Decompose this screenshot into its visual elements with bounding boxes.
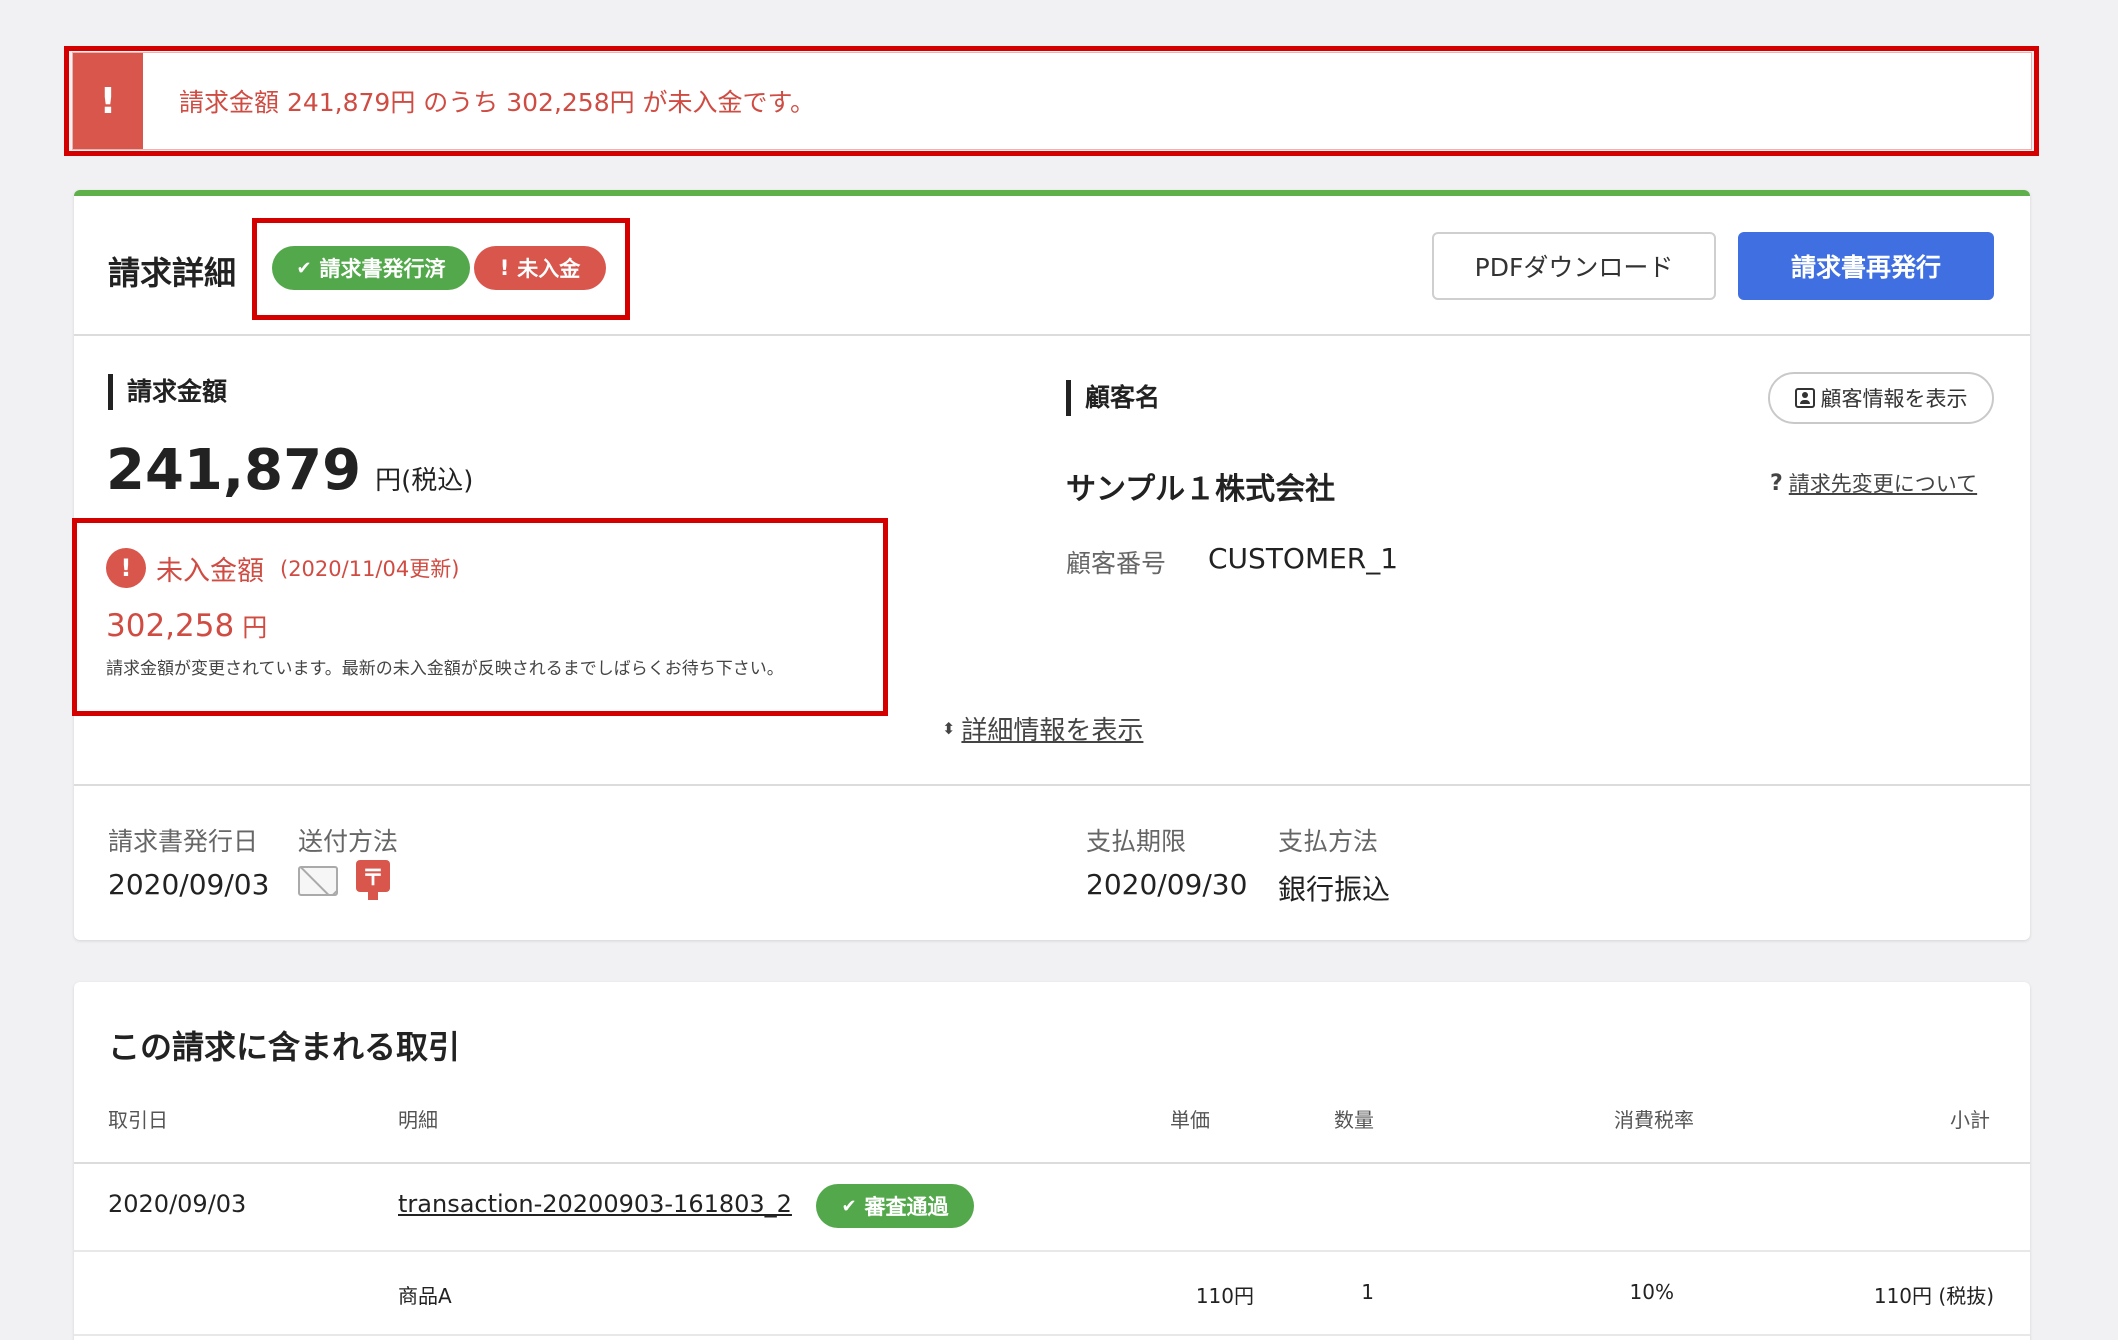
contact-card-icon [1794, 388, 1815, 408]
due-date: 2020/09/30 [1086, 868, 1248, 901]
postal-mail-icon: 〒 [356, 860, 390, 892]
unpaid-amount-unit: 円 [242, 613, 268, 642]
payment-method: 銀行振込 [1278, 873, 1391, 906]
issue-divider [74, 784, 2030, 786]
unpaid-note: 請求金額が変更されています。最新の未入金額が反映されるまでしばらくお待ち下さい。 [106, 659, 784, 679]
exclamation-icon: ! [499, 256, 510, 280]
page-title: 請求詳細 [108, 254, 237, 292]
due-date-label: 支払期限 [1086, 827, 1187, 856]
item-name: 商品A [398, 1284, 452, 1308]
check-icon: ✔ [841, 1195, 857, 1217]
email-icon [298, 866, 338, 896]
item-row-divider [74, 1334, 2030, 1336]
transaction-date: 2020/09/03 [108, 1190, 247, 1218]
unpaid-alert: ! 請求金額 241,879円 のうち 302,258円 が未入金です。 [72, 52, 2032, 150]
col-header-quantity: 数量 [1334, 1108, 1374, 1132]
col-header-date: 取引日 [108, 1108, 168, 1132]
sort-arrows-icon: ⬍ [942, 718, 956, 738]
header-divider [74, 334, 2030, 336]
customer-name: サンプル１株式会社 [1066, 472, 1336, 507]
show-details-label[interactable]: 詳細情報を表示 [961, 710, 1143, 747]
question-icon: ? [1770, 470, 1783, 496]
customer-number-label: 顧客番号 [1066, 549, 1167, 578]
transaction-status-label: 審査通過 [864, 1195, 949, 1219]
col-header-description: 明細 [398, 1108, 438, 1132]
unpaid-amount-block: ! 未入金額 (2020/11/04更新) 302,258 円 請求金額が変更さ… [106, 548, 876, 679]
unpaid-amount-value: 302,258 [106, 608, 235, 644]
payment-method-label: 支払方法 [1278, 827, 1379, 856]
billing-amount-value: 241,879 [106, 438, 362, 503]
badge-issued-label: 請求書発行済 [319, 257, 446, 281]
customer-number: CUSTOMER_1 [1208, 542, 1399, 575]
postal-mail-icon-stem [368, 892, 378, 900]
transaction-link[interactable]: transaction-20200903-161803_2 [398, 1190, 792, 1218]
show-customer-info-label: 顧客情報を表示 [1820, 387, 1968, 411]
issue-date-label: 請求書発行日 [108, 827, 259, 856]
col-header-tax-rate: 消費税率 [1614, 1108, 1694, 1132]
billing-amount-label: 請求金額 [108, 374, 227, 410]
billing-amount: 241,879 円(税込) [106, 438, 473, 503]
invoice-detail-card: 請求詳細 ✔ 請求書発行済 ! 未入金 PDFダウンロード 請求書再発行 請求金… [74, 190, 2030, 940]
status-badge-issued: ✔ 請求書発行済 [272, 246, 470, 290]
billing-amount-unit: 円(税込) [375, 466, 474, 496]
unpaid-amount-label: 未入金額 [156, 555, 264, 587]
table-header-divider [74, 1162, 2030, 1164]
customer-name-label: 顧客名 [1066, 380, 1160, 416]
row-divider [74, 1250, 2030, 1252]
status-badge-unpaid: ! 未入金 [474, 246, 606, 290]
billing-change-link[interactable]: 請求先変更について [1789, 468, 1977, 498]
check-icon: ✔ [296, 257, 312, 279]
billing-change-help[interactable]: ? 請求先変更について [1770, 468, 1977, 498]
transactions-title: この請求に含まれる取引 [108, 1028, 461, 1066]
item-subtotal: 110円 (税抜) [1873, 1284, 1994, 1308]
col-header-subtotal: 小計 [1950, 1108, 1990, 1132]
item-unit-price: 110円 [1195, 1284, 1254, 1308]
transactions-card: この請求に含まれる取引 取引日 明細 単価 数量 消費税率 小計 2020/09… [74, 982, 2030, 1340]
alert-exclamation-icon: ! [73, 53, 143, 149]
badge-unpaid-label: 未入金 [517, 257, 581, 281]
issue-date: 2020/09/03 [108, 868, 270, 901]
col-header-unit-price: 単価 [1170, 1108, 1210, 1132]
reissue-invoice-button[interactable]: 請求書再発行 [1738, 232, 1994, 300]
show-customer-info-button[interactable]: 顧客情報を表示 [1768, 372, 1994, 424]
pdf-download-button[interactable]: PDFダウンロード [1432, 232, 1716, 300]
delivery-method-label: 送付方法 [298, 827, 399, 856]
unpaid-exclamation-icon: ! [106, 548, 146, 588]
alert-message: 請求金額 241,879円 のうち 302,258円 が未入金です。 [179, 88, 816, 117]
item-tax-rate: 10% [1629, 1280, 1674, 1304]
show-details-toggle[interactable]: ⬍ 詳細情報を表示 [942, 710, 1143, 747]
item-quantity: 1 [1361, 1280, 1374, 1304]
transaction-status-badge: ✔ 審査通過 [816, 1184, 974, 1228]
unpaid-updated-date: (2020/11/04更新) [280, 557, 460, 581]
